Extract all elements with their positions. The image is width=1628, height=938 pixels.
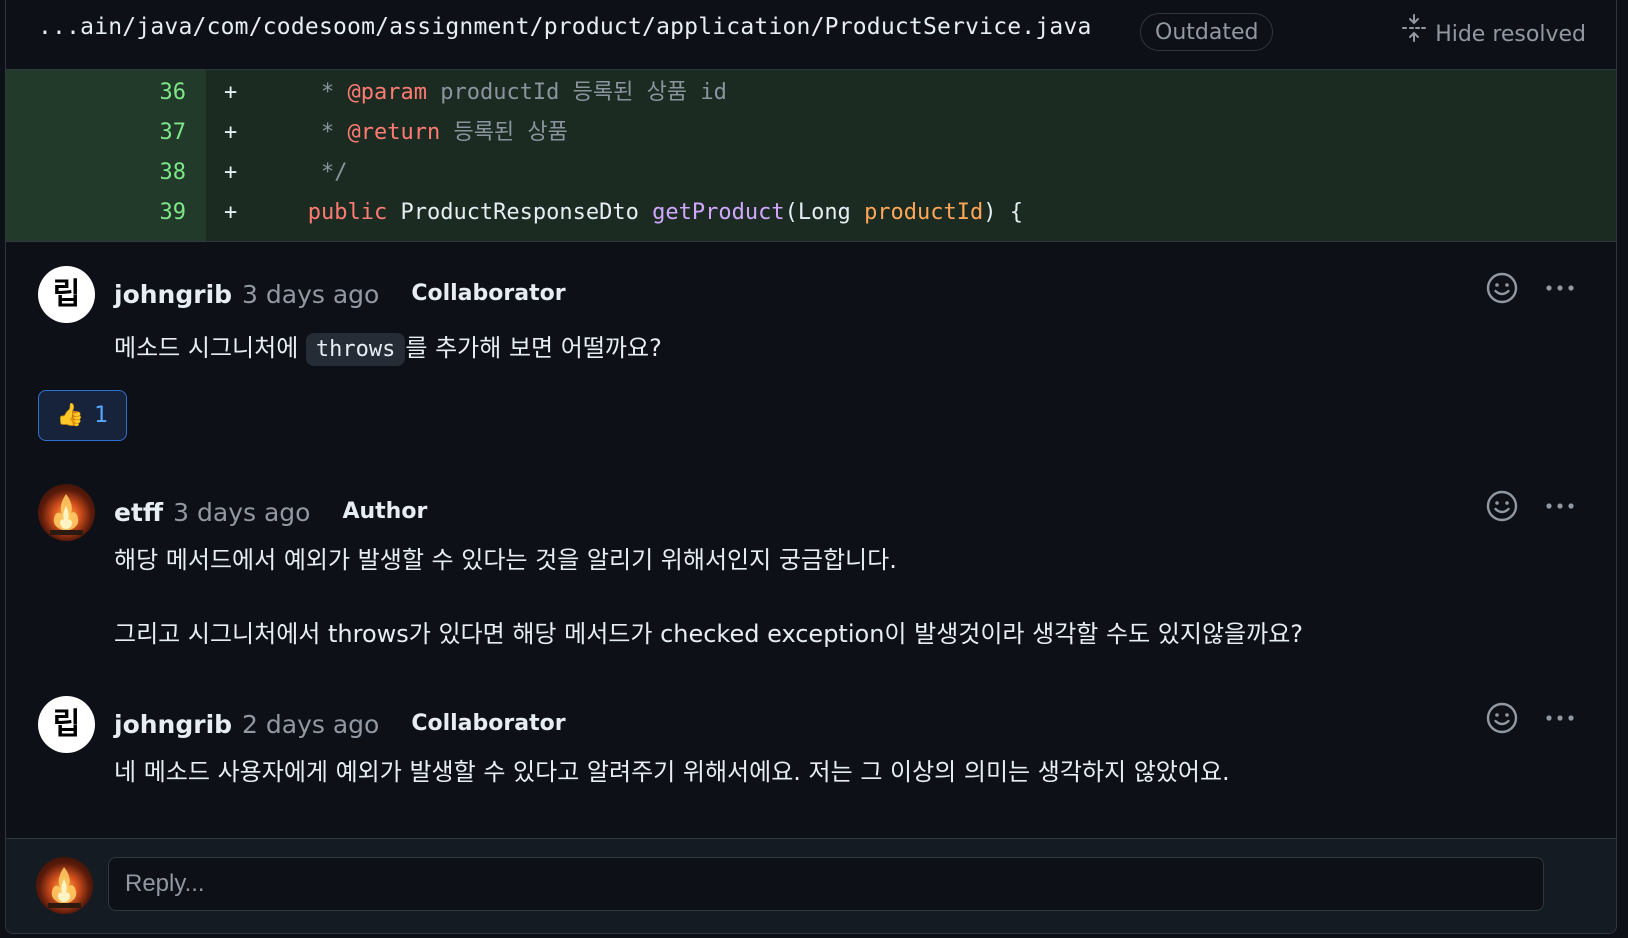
diff-marker: + [224,160,238,185]
comment-body-line-1: 해당 메서드에서 예외가 발생할 수 있다는 것을 알리기 위해서인지 궁금합니… [114,546,897,574]
review-thread: ...ain/java/com/codesoom/assignment/prod… [5,0,1617,934]
line-number[interactable]: 36 [6,72,187,114]
role-badge: Collaborator [401,706,576,742]
smiley-icon[interactable] [1484,270,1520,306]
code-diff: 36 + * @param productId 등록된 상품 id 37 + * @r… [6,70,1616,242]
line-number[interactable]: 39 [6,192,187,234]
code-line: 36 + * @param productId 등록된 상품 id [6,72,1616,114]
code-line: 39 + public ProductResponseDto getProduct… [6,192,1616,234]
comment-body-line-2: 그리고 시그니처에서 throws가 있다면 해당 메서드가 checked e… [114,620,1304,648]
current-user-avatar [36,857,93,914]
author-link[interactable]: etff [114,498,163,527]
thumbs-up-icon: 👍 [56,403,85,428]
kebab-horizontal-icon[interactable] [1542,488,1578,524]
role-badge: Author [332,494,438,530]
hide-resolved-button[interactable]: Hide resolved [1401,13,1586,56]
diff-marker: + [224,80,238,105]
kebab-horizontal-icon[interactable] [1542,270,1578,306]
reply-input[interactable] [108,857,1544,911]
line-number[interactable]: 38 [6,152,187,194]
avatar[interactable]: 립 [38,696,95,753]
inline-code: throws [305,333,406,366]
diff-marker: + [224,120,238,145]
comment-header: etff 3 days ago Author [114,492,438,532]
line-number[interactable]: 37 [6,112,187,154]
avatar[interactable] [38,484,95,541]
timestamp-link[interactable]: 3 days ago [242,280,379,309]
comment-body: 네 메소드 사용자에게 예외가 발생할 수 있다고 알려주기 위해서에요. 저는… [114,758,1230,786]
code-text: */ [268,160,348,185]
file-header: ...ain/java/com/codesoom/assignment/prod… [6,0,1616,70]
author-link[interactable]: johngrib [114,710,232,739]
code-text: * @return 등록된 상품 [268,120,568,145]
reply-bar [6,838,1616,933]
fold-icon [1401,13,1427,56]
outdated-badge: Outdated [1140,13,1274,51]
code-text: public ProductResponseDto getProduct(Lon… [268,200,1024,225]
timestamp-link[interactable]: 3 days ago [173,498,310,527]
smiley-icon[interactable] [1484,700,1520,736]
thumbs-up-reaction[interactable]: 👍 1 [38,390,127,441]
comment-body: 메소드 시그니처에 throws 를 추가해 보면 어떨까요? [114,328,662,366]
comment-header: johngrib 2 days ago Collaborator [114,704,576,744]
comment-header: johngrib 3 days ago Collaborator [114,274,576,314]
kebab-horizontal-icon[interactable] [1542,700,1578,736]
diff-marker: + [224,200,238,225]
code-text: * @param productId 등록된 상품 id [268,80,727,105]
timestamp-link[interactable]: 2 days ago [242,710,379,739]
author-link[interactable]: johngrib [114,280,232,309]
code-line: 37 + * @return 등록된 상품 [6,112,1616,154]
code-line: 38 + */ [6,152,1616,194]
role-badge: Collaborator [401,276,576,312]
smiley-icon[interactable] [1484,488,1520,524]
avatar[interactable]: 립 [38,266,95,323]
hide-resolved-label: Hide resolved [1435,21,1586,47]
reaction-count: 1 [94,403,109,428]
file-path-link[interactable]: ...ain/java/com/codesoom/assignment/prod… [38,14,1092,40]
